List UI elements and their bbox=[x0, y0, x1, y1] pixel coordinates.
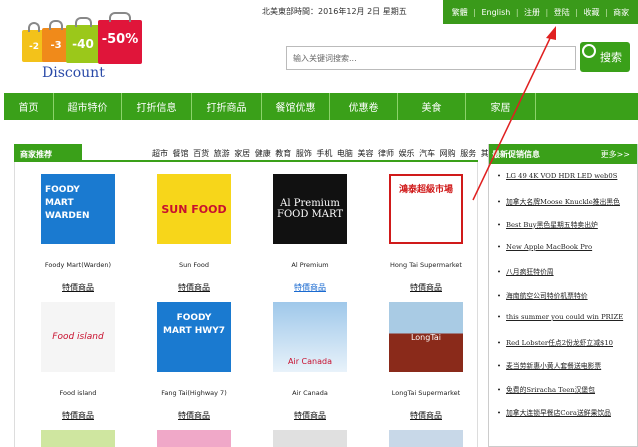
store-card[interactable]: Al Premium FOOD MART Al Premium 特價商品 bbox=[260, 174, 360, 293]
special-link[interactable]: 特價商品 bbox=[28, 410, 128, 421]
special-link[interactable]: 特價商品 bbox=[144, 410, 244, 421]
topnav-login[interactable]: 登陆 bbox=[554, 7, 570, 18]
special-link[interactable]: 特價商品 bbox=[260, 282, 360, 293]
topnav-traditional[interactable]: 繁體 bbox=[452, 7, 468, 18]
store-logo[interactable]: LongTai bbox=[389, 302, 463, 372]
special-link[interactable]: 特價商品 bbox=[260, 410, 360, 421]
promo-item[interactable]: Red Lobster任点2份龙虾立减$10 bbox=[497, 337, 623, 361]
promo-item[interactable]: New Apple MacBook Pro bbox=[497, 243, 623, 267]
store-logo[interactable]: 鴻泰超級市場 bbox=[389, 174, 463, 244]
nav-discount-goods[interactable]: 打折商品 bbox=[192, 93, 262, 120]
store-logo[interactable] bbox=[157, 430, 231, 447]
store-card[interactable]: Air Canada Air Canada 特價商品 bbox=[260, 302, 360, 421]
promo-item[interactable]: this summer you could win PRIZE bbox=[497, 313, 623, 337]
category-link[interactable]: 服务 bbox=[460, 149, 476, 158]
topnav-register[interactable]: 注册 bbox=[524, 7, 540, 18]
store-name[interactable]: Foody Mart(Warden) bbox=[28, 261, 128, 269]
search-input[interactable]: 输入关键词搜索... bbox=[286, 46, 576, 70]
category-link[interactable]: 家居 bbox=[234, 149, 250, 158]
nav-blank bbox=[536, 93, 638, 120]
category-link[interactable]: 超市 bbox=[152, 149, 168, 158]
store-name[interactable]: Hong Tai Supermarket bbox=[376, 261, 476, 269]
search-button[interactable]: 搜索 bbox=[580, 42, 630, 72]
topnav-favorite[interactable]: 收藏 bbox=[583, 7, 599, 18]
category-link[interactable]: 律师 bbox=[378, 149, 394, 158]
promo-item[interactable]: LG 49 4K VOD HDR LED web0S bbox=[497, 172, 623, 196]
store-name[interactable]: Fang Tai(Highway 7) bbox=[144, 389, 244, 397]
promo-item[interactable]: 免费的Sriracha Teen汉堡包 bbox=[497, 384, 623, 408]
store-logo[interactable]: Food island bbox=[41, 302, 115, 372]
store-logo[interactable]: FOODY MART HWY7 bbox=[157, 302, 231, 372]
category-link[interactable]: 百货 bbox=[193, 149, 209, 158]
category-link[interactable]: 汽车 bbox=[419, 149, 435, 158]
nav-discount-info[interactable]: 打折信息 bbox=[122, 93, 192, 120]
nav-coupon[interactable]: 优惠卷 bbox=[330, 93, 398, 120]
promo-item[interactable]: 加拿大连锁早餐店Cora送鲜果饮品 bbox=[497, 407, 623, 431]
topnav-english[interactable]: English bbox=[481, 8, 510, 17]
category-link[interactable]: 网购 bbox=[440, 149, 456, 158]
shopping-bag-icon: -40 bbox=[66, 17, 100, 63]
store-logo[interactable] bbox=[41, 430, 115, 447]
category-link[interactable]: 电脑 bbox=[337, 149, 353, 158]
category-list: 超市 餐馆 百货 旅游 家居 健康 教育 服饰 手机 电脑 美容 律师 娱乐 汽… bbox=[152, 148, 499, 159]
shopping-bag-icon: -50% bbox=[98, 12, 142, 64]
logo-text: Discount bbox=[42, 65, 105, 81]
store-card[interactable]: LongTai LongTai Supermarket 特價商品 bbox=[376, 302, 476, 421]
search-icon bbox=[582, 44, 596, 58]
special-link[interactable]: 特價商品 bbox=[28, 282, 128, 293]
special-link[interactable]: 特價商品 bbox=[376, 282, 476, 293]
store-card[interactable]: FOODY MART WARDEN Foody Mart(Warden) 特價商… bbox=[28, 174, 128, 293]
promo-item[interactable]: Best Buy黑色星期五特卖出炉 bbox=[497, 219, 623, 243]
category-link[interactable]: 健康 bbox=[255, 149, 271, 158]
special-link[interactable]: 特價商品 bbox=[144, 282, 244, 293]
category-link[interactable]: 手机 bbox=[316, 149, 332, 158]
store-name[interactable]: Air Canada bbox=[260, 389, 360, 397]
nav-home-goods[interactable]: 家居 bbox=[466, 93, 536, 120]
store-logo[interactable] bbox=[389, 430, 463, 447]
merchants-header: 商家推荐 超市 餐馆 百货 旅游 家居 健康 教育 服饰 手机 电脑 美容 律师… bbox=[14, 144, 497, 162]
store-logo[interactable]: Al Premium FOOD MART bbox=[273, 174, 347, 244]
category-link[interactable]: 教育 bbox=[275, 149, 291, 158]
store-card[interactable]: FOODY MART HWY7 Fang Tai(Highway 7) 特價商品 bbox=[144, 302, 244, 421]
category-link[interactable]: 娱乐 bbox=[399, 149, 415, 158]
store-card[interactable]: Food island Food island 特價商品 bbox=[28, 302, 128, 421]
store-card[interactable]: 鴻泰超級市場 Hong Tai Supermarket 特價商品 bbox=[376, 174, 476, 293]
promo-item[interactable]: 麦当劳新惠小黄人套餐送电影票 bbox=[497, 360, 623, 384]
date-text: 北美東部時間：2016年12月 2日 星期五 bbox=[262, 7, 407, 16]
nav-food[interactable]: 美食 bbox=[398, 93, 466, 120]
store-name[interactable]: Food island bbox=[28, 389, 128, 397]
store-logo[interactable]: FOODY MART WARDEN bbox=[41, 174, 115, 244]
site-logo[interactable]: -2 -3 -40 -50% Discount bbox=[22, 10, 147, 82]
store-logo[interactable]: Air Canada bbox=[273, 302, 347, 372]
nav-supermarket[interactable]: 超市特价 bbox=[54, 93, 122, 120]
main-nav: 首页 超市特价 打折信息 打折商品 餐馆优惠 优惠卷 美食 家居 bbox=[4, 93, 638, 120]
category-link[interactable]: 服饰 bbox=[296, 149, 312, 158]
topnav-merchant[interactable]: 商家 bbox=[613, 7, 629, 18]
category-link[interactable]: 旅游 bbox=[214, 149, 230, 158]
promo-sidebar: LG 49 4K VOD HDR LED web0S 加拿大名牌Moose Kn… bbox=[488, 144, 638, 447]
special-link[interactable]: 特價商品 bbox=[376, 410, 476, 421]
nav-home[interactable]: 首页 bbox=[4, 93, 54, 120]
nav-restaurant[interactable]: 餐馆优惠 bbox=[262, 93, 330, 120]
category-link[interactable]: 美容 bbox=[357, 149, 373, 158]
arrow-head-icon bbox=[546, 26, 556, 40]
promo-item[interactable]: 加拿大名牌Moose Knuckle推出黑色 bbox=[497, 196, 623, 220]
store-logo[interactable]: SUN FOOD bbox=[157, 174, 231, 244]
promo-item[interactable]: 八月疯狂特价周 bbox=[497, 266, 623, 290]
top-nav: 繁體 | English | 注册 | 登陆 | 收藏 | 商家 bbox=[443, 0, 638, 24]
promo-item[interactable]: 海南航空公司特价机票特价 bbox=[497, 290, 623, 314]
store-name[interactable]: Al Premium bbox=[260, 261, 360, 269]
category-link[interactable]: 餐馆 bbox=[173, 149, 189, 158]
store-name[interactable]: Sun Food bbox=[144, 261, 244, 269]
store-logo[interactable] bbox=[273, 430, 347, 447]
store-card[interactable]: SUN FOOD Sun Food 特價商品 bbox=[144, 174, 244, 293]
store-name[interactable]: LongTai Supermarket bbox=[376, 389, 476, 397]
merchants-title: 商家推荐 bbox=[14, 144, 82, 162]
